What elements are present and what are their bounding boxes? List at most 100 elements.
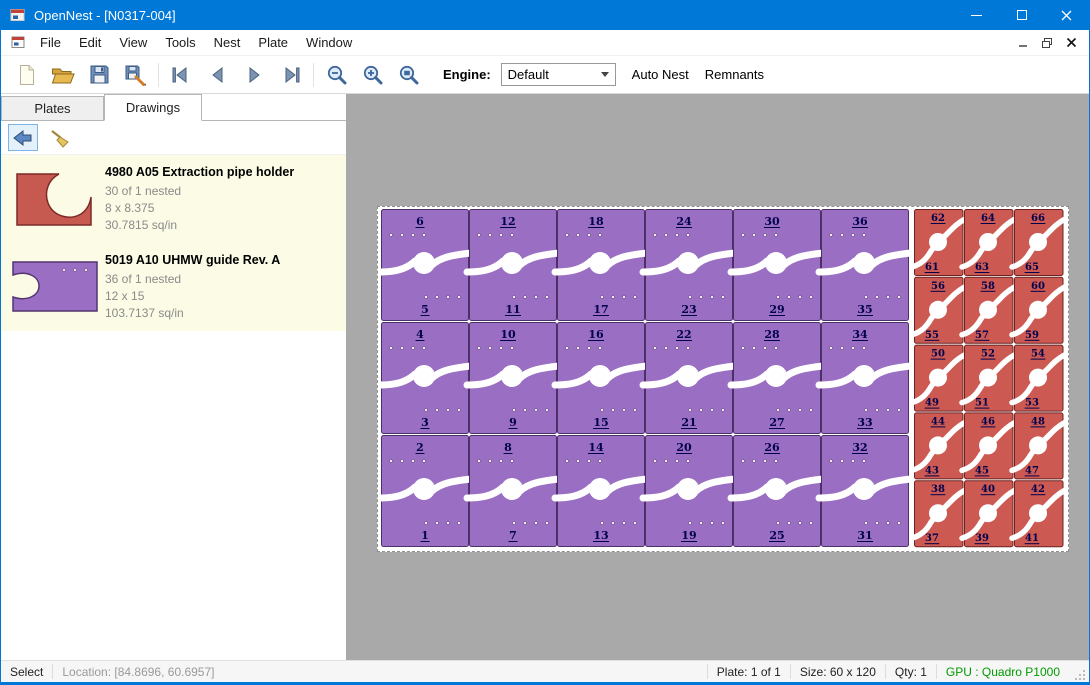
status-size: Size: 60 x 120 [791, 665, 885, 679]
left-panel: Plates Drawings [1, 94, 346, 660]
nested-pair-red[interactable]: 6261 [912, 210, 965, 276]
svg-text:37: 37 [925, 533, 939, 544]
nested-pair-red[interactable]: 4241 [1012, 481, 1065, 547]
nav-last-icon [278, 66, 302, 84]
nested-pair-purple[interactable]: 87 [467, 436, 559, 547]
menu-item-plate[interactable]: Plate [249, 30, 297, 55]
minimize-button[interactable] [954, 0, 999, 30]
svg-text:23: 23 [681, 303, 696, 316]
svg-text:8: 8 [504, 441, 512, 454]
send-to-plate-button[interactable] [8, 124, 38, 151]
drawing-item-uhmw-guide[interactable]: 5019 A10 UHMW guide Rev. A 36 of 1 neste… [1, 243, 346, 331]
nested-pair-red[interactable]: 6665 [1012, 210, 1065, 276]
nested-pair-purple[interactable]: 109 [467, 323, 559, 434]
svg-text:54: 54 [1031, 349, 1045, 360]
save-as-button[interactable] [117, 59, 153, 91]
first-plate-button[interactable] [164, 59, 200, 91]
menu-item-file[interactable]: File [31, 30, 70, 55]
nested-pair-purple[interactable]: 43 [379, 323, 471, 434]
zoom-fit-button[interactable] [391, 59, 427, 91]
auto-nest-button[interactable]: Auto Nest [632, 67, 689, 82]
svg-text:36: 36 [852, 215, 868, 228]
nested-pair-purple[interactable]: 1211 [467, 210, 559, 321]
svg-text:52: 52 [981, 349, 995, 360]
nested-pair-purple[interactable]: 2423 [643, 210, 735, 321]
resize-grip-icon[interactable] [1073, 668, 1086, 681]
nested-pair-red[interactable]: 5049 [912, 345, 965, 411]
nested-pair-red[interactable]: 3837 [912, 481, 965, 547]
zoom-out-button[interactable] [319, 59, 355, 91]
menu-item-edit[interactable]: Edit [70, 30, 110, 55]
drawing-size: 12 x 15 [105, 288, 342, 305]
title-bar[interactable]: OpenNest - [N0317-004] [1, 0, 1089, 30]
mdi-minimize-button[interactable] [1011, 33, 1035, 53]
menu-item-nest[interactable]: Nest [205, 30, 250, 55]
maximize-button[interactable] [999, 0, 1044, 30]
nested-pair-purple[interactable]: 2019 [643, 436, 735, 547]
nested-pair-red[interactable]: 4443 [912, 413, 965, 479]
part-thumbnail [5, 249, 105, 325]
tab-drawings[interactable]: Drawings [104, 94, 202, 121]
open-button[interactable] [45, 59, 81, 91]
nested-pair-purple[interactable]: 3231 [819, 436, 911, 547]
menu-bar: FileEditViewToolsNestPlateWindow [1, 30, 1089, 56]
drawing-area: 30.7815 sq/in [105, 217, 342, 234]
close-button[interactable] [1044, 0, 1089, 30]
clean-button[interactable] [45, 124, 75, 151]
menu-item-window[interactable]: Window [297, 30, 361, 55]
nested-pair-red[interactable]: 4645 [962, 413, 1015, 479]
plate-sheet[interactable]: 6512111817242330293635431091615222128273… [377, 206, 1069, 552]
nested-pair-purple[interactable]: 1817 [555, 210, 647, 321]
svg-text:13: 13 [593, 529, 608, 542]
nested-pair-red[interactable]: 5655 [912, 277, 965, 343]
nested-pair-purple[interactable]: 2827 [731, 323, 823, 434]
tab-plates[interactable]: Plates [1, 96, 104, 120]
engine-select[interactable]: Default [501, 63, 616, 86]
main-toolbar: Engine: Default Auto Nest Remnants [1, 56, 1089, 94]
status-bar: Select Location: [84.8696, 60.6957] Plat… [1, 660, 1089, 682]
mdi-close-button[interactable] [1059, 33, 1083, 53]
new-button[interactable] [9, 59, 45, 91]
nested-pair-purple[interactable]: 3433 [819, 323, 911, 434]
save-button[interactable] [81, 59, 117, 91]
menu-item-tools[interactable]: Tools [156, 30, 204, 55]
svg-text:7: 7 [509, 529, 517, 542]
svg-text:22: 22 [676, 328, 691, 341]
menu-item-view[interactable]: View [110, 30, 156, 55]
drawing-item-extraction-pipe-holder[interactable]: 4980 A05 Extraction pipe holder 30 of 1 … [1, 155, 346, 243]
left-panel-tabs: Plates Drawings [1, 94, 346, 121]
nested-pair-red[interactable]: 6059 [1012, 277, 1065, 343]
remnants-button[interactable]: Remnants [705, 67, 764, 82]
zoom-in-icon [362, 64, 384, 86]
document-icon[interactable] [11, 35, 26, 50]
next-plate-button[interactable] [236, 59, 272, 91]
nested-pair-purple[interactable]: 2221 [643, 323, 735, 434]
menu-items: FileEditViewToolsNestPlateWindow [31, 35, 361, 50]
zoom-fit-icon [398, 64, 420, 86]
nested-pair-purple[interactable]: 1615 [555, 323, 647, 434]
nested-pair-red[interactable]: 4039 [962, 481, 1015, 547]
svg-text:41: 41 [1025, 533, 1039, 544]
status-location: Location: [84.8696, 60.6957] [53, 665, 223, 679]
nested-pair-purple[interactable]: 65 [379, 210, 471, 321]
last-plate-button[interactable] [272, 59, 308, 91]
nested-pair-purple[interactable]: 3029 [731, 210, 823, 321]
window-controls [954, 0, 1089, 30]
nested-pair-red[interactable]: 4847 [1012, 413, 1065, 479]
svg-text:56: 56 [931, 281, 945, 292]
svg-text:14: 14 [588, 441, 604, 454]
zoom-in-button[interactable] [355, 59, 391, 91]
nested-pair-red[interactable]: 5857 [962, 277, 1015, 343]
nested-pair-purple[interactable]: 3635 [819, 210, 911, 321]
nest-canvas[interactable]: 6512111817242330293635431091615222128273… [346, 94, 1089, 660]
nested-pair-purple[interactable]: 21 [379, 436, 471, 547]
mdi-restore-button[interactable] [1035, 33, 1059, 53]
svg-text:17: 17 [593, 303, 608, 316]
svg-text:19: 19 [681, 529, 696, 542]
previous-plate-button[interactable] [200, 59, 236, 91]
nested-pair-red[interactable]: 5453 [1012, 345, 1065, 411]
nested-pair-purple[interactable]: 2625 [731, 436, 823, 547]
nested-pair-purple[interactable]: 14 13 [555, 436, 647, 547]
nested-pair-red[interactable]: 5251 [962, 345, 1015, 411]
nested-pair-red[interactable]: 6463 [962, 210, 1015, 276]
